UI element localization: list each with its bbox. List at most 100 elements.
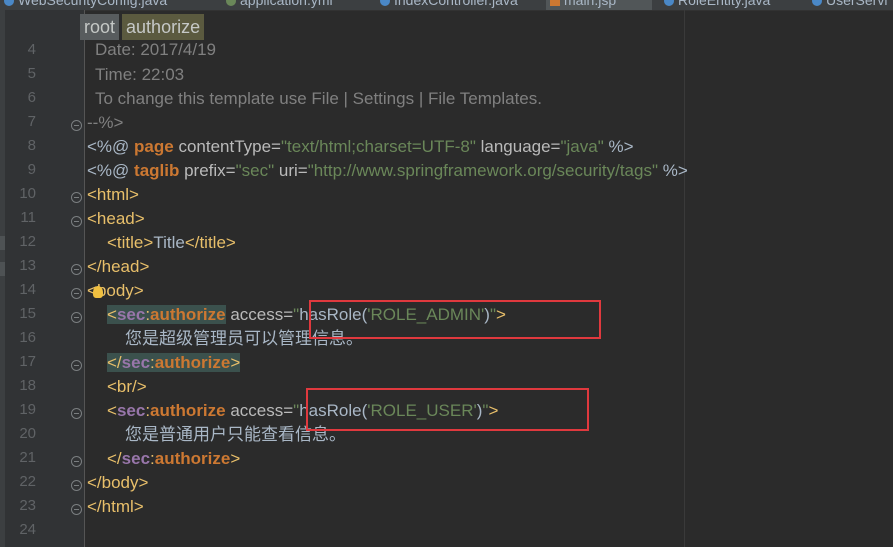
code-line: </body> — [87, 473, 149, 492]
gutter-separator — [84, 10, 85, 547]
line-number: 7 — [27, 113, 36, 130]
java-class-icon — [664, 0, 674, 7]
token: < — [107, 305, 117, 324]
token: </ — [107, 449, 122, 468]
token: authorize — [150, 305, 226, 324]
line-number: 15 — [19, 305, 36, 322]
token: < — [107, 401, 117, 420]
token: > — [230, 449, 241, 468]
code-line: <title>Title</title> — [107, 231, 236, 255]
fold-marker-icon[interactable] — [71, 192, 82, 203]
token: sec — [121, 449, 151, 468]
line-number: 6 — [27, 89, 36, 106]
token: access= — [225, 401, 294, 420]
line-number: 12 — [19, 233, 36, 250]
code-line: </sec:authorize> — [107, 351, 241, 375]
java-class-icon — [380, 0, 390, 7]
fold-marker-icon[interactable] — [71, 504, 82, 515]
code-line: </sec:authorize> — [107, 447, 240, 471]
token: authorize — [154, 449, 231, 468]
yaml-file-icon — [226, 0, 236, 7]
token: "text/html;charset=UTF-8" — [281, 137, 476, 156]
fold-marker-icon[interactable] — [71, 312, 82, 323]
line-number: 19 — [19, 401, 36, 418]
token: <title> — [107, 233, 154, 252]
breadcrumb-item-authorize[interactable]: authorize — [122, 14, 205, 40]
token: language= — [475, 137, 561, 156]
token: page — [134, 137, 174, 156]
line-number: 22 — [19, 473, 36, 490]
annotation-box-user — [306, 388, 589, 431]
breadcrumb-item-root[interactable]: root — [80, 14, 120, 40]
line-number: 13 — [19, 257, 36, 274]
line-number: 10 — [19, 185, 36, 202]
token: sec — [116, 401, 146, 420]
token: authorize — [150, 401, 226, 420]
token: prefix= — [179, 161, 236, 180]
fold-marker-icon[interactable] — [71, 264, 82, 275]
token: </ — [107, 353, 122, 372]
line-number: 18 — [19, 377, 36, 394]
tab-application-yml[interactable]: application.yml — [222, 0, 333, 10]
fold-marker-icon[interactable] — [71, 480, 82, 491]
token: authorize — [154, 353, 231, 372]
right-margin-guide — [684, 10, 685, 547]
lightbulb-icon[interactable] — [93, 286, 103, 298]
tab-label: WebSecurityConfig.java — [18, 0, 168, 8]
line-number-gutter: 4 5 6 7 8 9 10 11 12 13 14 15 16 17 18 1… — [5, 10, 84, 547]
fold-marker-icon[interactable] — [71, 120, 82, 131]
tab-label: RoleEntity.java — [678, 0, 771, 8]
token: access= — [225, 305, 294, 324]
line-number: 8 — [27, 137, 36, 154]
token: </title> — [184, 233, 236, 252]
token: taglib — [134, 161, 180, 180]
code-line: </html> — [87, 497, 144, 516]
fold-marker-icon[interactable] — [71, 288, 82, 299]
token: "http://www.springframework.org/security… — [307, 161, 658, 180]
tab-userservice[interactable]: UserServi — [808, 0, 887, 10]
token: sec — [116, 305, 146, 324]
token: contentType= — [173, 137, 281, 156]
line-number: 16 — [19, 329, 36, 346]
java-class-icon — [4, 0, 14, 7]
token: "java" — [560, 137, 604, 156]
token: > — [230, 353, 241, 372]
token: %> — [658, 161, 688, 180]
fold-marker-icon[interactable] — [71, 360, 82, 371]
line-number: 23 — [19, 497, 36, 514]
token: sec — [121, 353, 151, 372]
token: Title — [153, 233, 185, 252]
token: <%@ — [87, 161, 135, 180]
line-number: 9 — [27, 161, 36, 178]
tab-label: IndexController.java — [394, 0, 518, 8]
line-number: 24 — [19, 521, 36, 538]
code-line: </head> — [87, 257, 150, 276]
code-line: <%@ page contentType="text/html;charset=… — [87, 135, 634, 159]
code-line: <%@ taglib prefix="sec" uri="http://www.… — [87, 159, 688, 183]
line-number: 4 — [27, 41, 36, 58]
fold-marker-icon[interactable] — [71, 216, 82, 227]
tab-main-jsp[interactable]: main.jsp — [546, 0, 652, 10]
code-line: <br/> — [107, 377, 147, 396]
tab-label: application.yml — [240, 0, 333, 8]
token: <%@ — [87, 137, 135, 156]
annotation-box-admin — [309, 300, 601, 339]
code-line: Date: 2017/4/19 — [95, 40, 216, 59]
fold-marker-icon[interactable] — [71, 456, 82, 467]
tab-indexcontroller[interactable]: IndexController.java — [376, 0, 518, 10]
token: body> — [96, 281, 144, 300]
token: uri= — [274, 161, 308, 180]
token: "sec" — [235, 161, 275, 180]
code-line: <html> — [87, 185, 139, 204]
editor-tab-bar: WebSecurityConfig.java application.yml I… — [0, 0, 893, 11]
line-number: 20 — [19, 425, 36, 442]
jsp-file-icon — [550, 0, 560, 7]
java-class-icon — [812, 0, 822, 7]
tab-label: main.jsp — [564, 0, 617, 8]
tab-websecurityconfig[interactable]: WebSecurityConfig.java — [0, 0, 167, 10]
code-line: To change this template use File | Setti… — [95, 89, 542, 108]
fold-marker-icon[interactable] — [71, 408, 82, 419]
code-line: <head> — [87, 209, 145, 228]
tab-roleentity[interactable]: RoleEntity.java — [660, 0, 770, 10]
code-line: Time: 22:03 — [95, 65, 185, 84]
